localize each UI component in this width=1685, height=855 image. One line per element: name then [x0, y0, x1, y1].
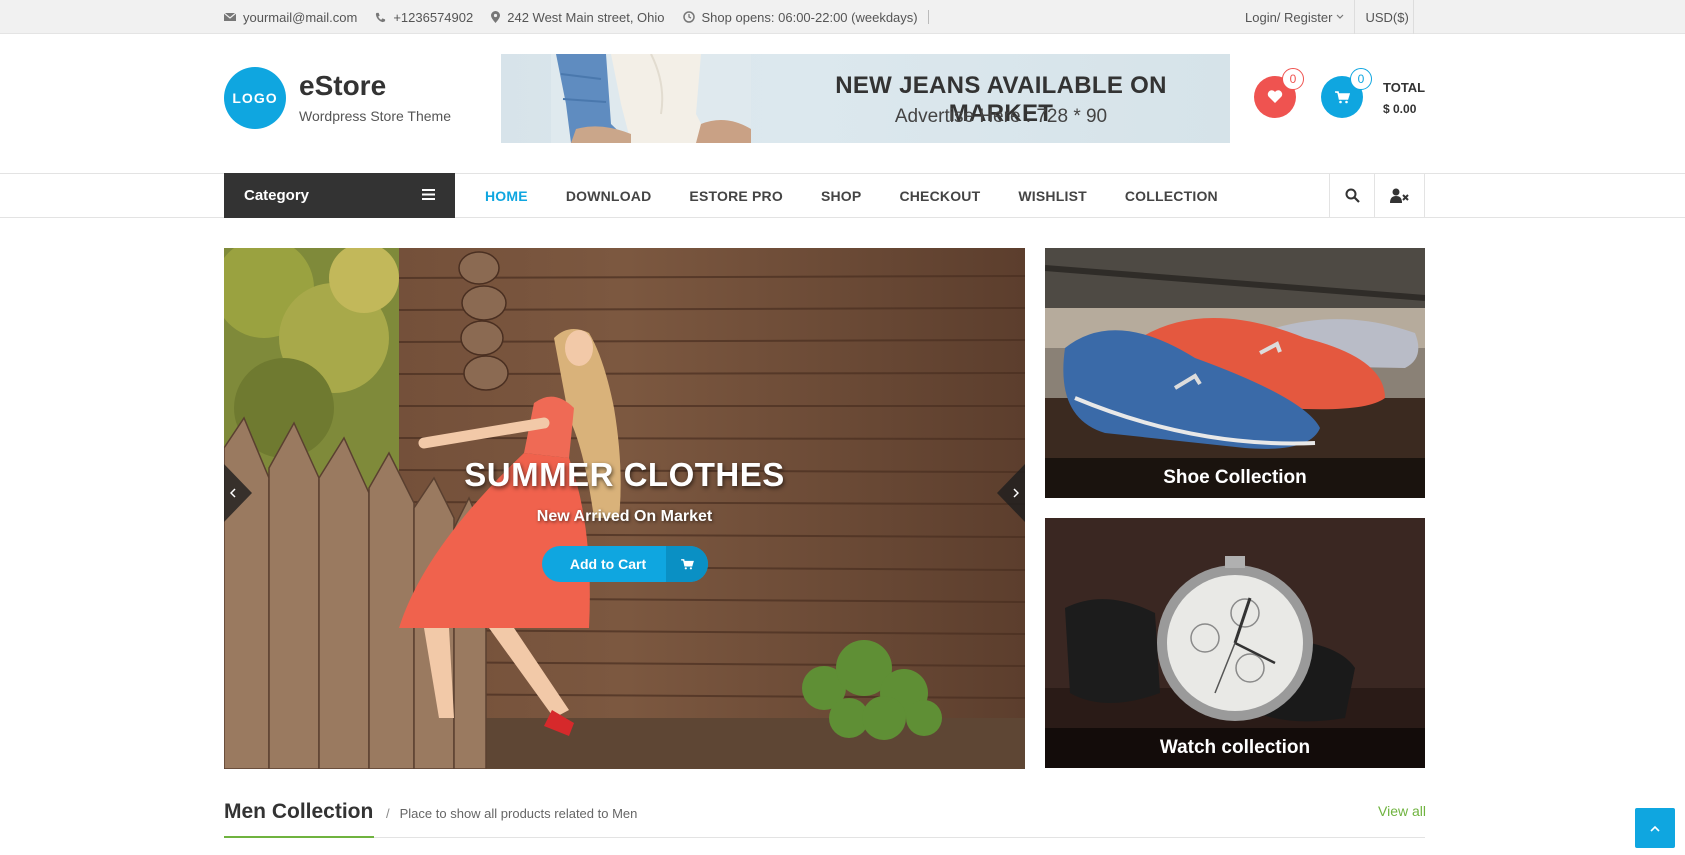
email-info: yourmail@mail.com	[224, 10, 357, 25]
hours-info: Shop opens: 06:00-22:00 (weekdays)	[682, 9, 918, 25]
view-all-link[interactable]: View all	[1378, 803, 1426, 819]
nav-item-wishlist[interactable]: WISHLIST	[999, 188, 1105, 204]
chevron-down-icon	[1337, 14, 1344, 19]
search-icon	[1345, 188, 1360, 203]
site-logo[interactable]: LOGO	[224, 67, 286, 129]
divider	[927, 10, 929, 24]
email-text: yourmail@mail.com	[243, 9, 358, 25]
hero-slider[interactable]: SUMMER CLOTHES New Arrived On Market Add…	[224, 248, 1025, 769]
nav-item-collection[interactable]: COLLECTION	[1106, 188, 1237, 204]
account-links: Login/ Register USD($)	[1245, 0, 1415, 34]
category-menu-button[interactable]: Category	[224, 173, 455, 218]
user-times-icon	[1389, 188, 1409, 203]
wishlist-count-badge: 0	[1282, 68, 1304, 90]
user-account-button[interactable]	[1374, 173, 1425, 218]
shoe-collection-promo[interactable]: Shoe Collection	[1045, 248, 1425, 498]
cart-count-badge: 0	[1350, 68, 1372, 90]
chevron-right-icon	[1013, 488, 1019, 498]
banner-model-image	[551, 54, 751, 143]
section-title-underline	[224, 836, 374, 838]
add-to-cart-label: Add to Cart	[569, 556, 647, 572]
slide-subtitle: New Arrived On Market	[536, 508, 713, 525]
slide-add-to-cart-button[interactable]: Add to Cart	[542, 546, 708, 582]
phone-info: +1236574902	[375, 10, 473, 25]
cart-icon	[1334, 90, 1350, 103]
hamburger-icon	[422, 189, 435, 200]
chevron-left-icon	[230, 488, 236, 498]
nav-item-download[interactable]: DOWNLOAD	[547, 188, 671, 204]
slide-title: SUMMER CLOTHES	[464, 456, 785, 493]
clock-icon	[682, 11, 695, 23]
login-label: Login/ Register	[1245, 9, 1333, 25]
map-marker-icon	[491, 11, 501, 23]
login-register-link[interactable]: Login/ Register	[1245, 10, 1354, 25]
shoe-collection-label: Shoe Collection	[1045, 458, 1425, 498]
address-info: 242 West Main street, Ohio	[491, 9, 665, 25]
cart-total-label: TOTAL	[1383, 80, 1426, 95]
banner-subtitle: Advertise Here : 728 * 90	[894, 106, 1108, 127]
nav-item-home[interactable]: HOME	[466, 188, 547, 204]
nav-item-checkout[interactable]: CHECKOUT	[880, 188, 999, 204]
section-separator: /	[386, 806, 390, 821]
category-label: Category	[244, 187, 310, 204]
nav-item-shop[interactable]: SHOP	[802, 188, 880, 204]
hours-text: Shop opens: 06:00-22:00 (weekdays)	[701, 9, 918, 25]
watch-collection-label: Watch collection	[1045, 728, 1425, 768]
cart-total-value: $ 0.00	[1383, 102, 1417, 116]
nav-item-estore-pro[interactable]: ESTORE PRO	[670, 188, 802, 204]
main-menu: HOME DOWNLOAD ESTORE PRO SHOP CHECKOUT W…	[466, 173, 1237, 218]
ad-banner[interactable]: NEW JEANS AVAILABLE ON MARKET Advertise …	[501, 54, 1230, 143]
envelope-icon	[224, 12, 236, 21]
chevron-up-icon	[1650, 825, 1660, 832]
site-tagline: Wordpress Store Theme	[299, 108, 451, 124]
address-text: 242 West Main street, Ohio	[507, 9, 665, 25]
scroll-to-top-button[interactable]	[1635, 808, 1675, 848]
section-title: Men Collection	[224, 800, 374, 823]
contact-info: yourmail@mail.com +1236574902 242 West M…	[224, 0, 929, 34]
search-button[interactable]	[1329, 173, 1374, 218]
top-bar: yourmail@mail.com +1236574902 242 West M…	[0, 0, 1685, 34]
section-divider	[224, 837, 1425, 838]
heart-icon	[1267, 90, 1283, 103]
section-subtitle-text: Place to show all products related to Me…	[399, 806, 638, 821]
phone-text: +1236574902	[393, 9, 474, 25]
watch-collection-promo[interactable]: Watch collection	[1045, 518, 1425, 768]
cart-icon	[666, 546, 708, 582]
phone-icon	[376, 12, 386, 22]
currency-selector[interactable]: USD($)	[1354, 0, 1415, 34]
section-subtitle: / Place to show all products related to M…	[386, 806, 637, 821]
site-title[interactable]: eStore	[299, 70, 386, 102]
